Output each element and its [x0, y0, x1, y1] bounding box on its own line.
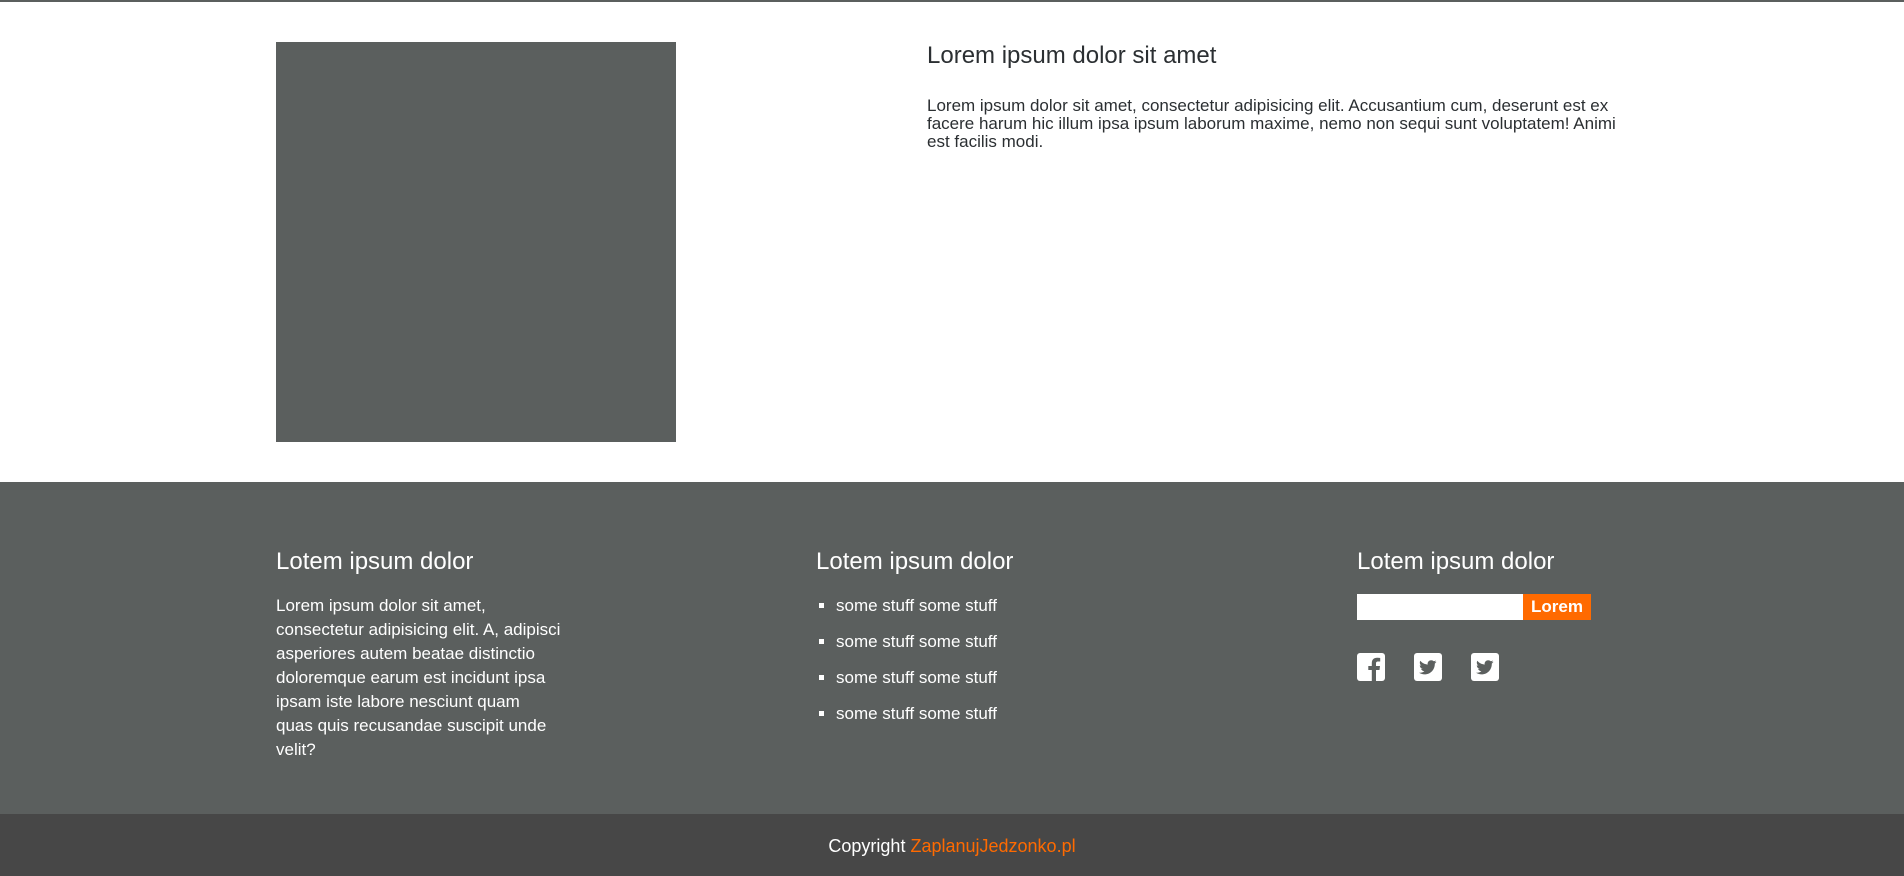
hero-section: Lorem ipsum dolor sit amet Lorem ipsum d… [0, 2, 1904, 482]
copyright: Copyright ZaplanujJedzonko.pl [0, 834, 1904, 858]
footer-heading: Lotem ipsum dolor [276, 548, 474, 575]
newsletter-input[interactable] [1357, 594, 1523, 620]
footer-heading: Lotem ipsum dolor [1357, 548, 1555, 575]
copyright-bar: Copyright ZaplanujJedzonko.pl [0, 814, 1904, 876]
site-link[interactable]: ZaplanujJedzonko.pl [910, 836, 1075, 856]
hero-title: Lorem ipsum dolor sit amet [927, 42, 1217, 69]
list-item: some stuff some stuff [836, 594, 1116, 618]
footer-column-about: Lotem ipsum dolor Lorem ipsum dolor sit … [276, 548, 566, 762]
footer: Lotem ipsum dolor Lorem ipsum dolor sit … [0, 482, 1904, 814]
social-links [1357, 653, 1657, 681]
newsletter-form: Lorem [1357, 594, 1657, 620]
list-item: some stuff some stuff [836, 666, 1116, 690]
footer-list: some stuff some stuff some stuff some st… [816, 594, 1116, 726]
hero-description: Lorem ipsum dolor sit amet, consectetur … [927, 96, 1616, 151]
facebook-icon[interactable] [1357, 653, 1385, 681]
hero-image-placeholder [276, 42, 676, 442]
twitter-icon[interactable] [1414, 653, 1442, 681]
list-item: some stuff some stuff [836, 702, 1116, 726]
footer-column-links: Lotem ipsum dolor some stuff some stuff … [816, 548, 1116, 738]
submit-button[interactable]: Lorem [1523, 594, 1591, 620]
footer-about-text: Lorem ipsum dolor sit amet, consectetur … [276, 596, 561, 759]
twitter-icon[interactable] [1471, 653, 1499, 681]
footer-column-contact: Lotem ipsum dolor Lorem [1357, 548, 1657, 681]
footer-heading: Lotem ipsum dolor [816, 548, 1014, 575]
copyright-label: Copyright [828, 836, 906, 856]
page: Lorem ipsum dolor sit amet Lorem ipsum d… [0, 0, 1904, 876]
list-item: some stuff some stuff [836, 630, 1116, 654]
